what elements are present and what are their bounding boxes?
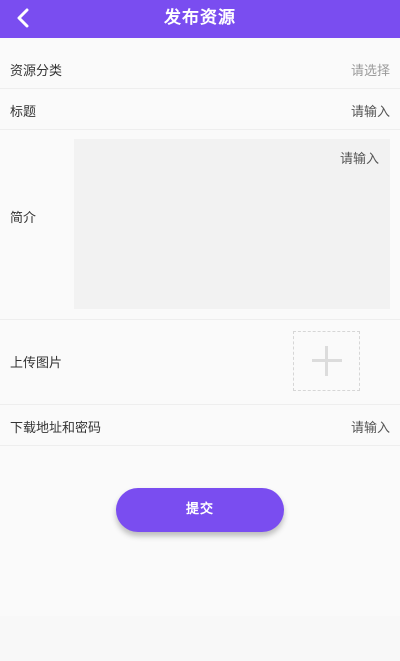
image-label: 上传图片 [10, 356, 63, 371]
category-select[interactable]: 请选择 [351, 60, 390, 79]
plus-icon-vertical [325, 346, 328, 376]
download-label: 下载地址和密码 [10, 421, 102, 436]
download-row[interactable]: 下载地址和密码 请输入 [0, 405, 400, 446]
image-row: 上传图片 [0, 320, 400, 405]
submit-button[interactable]: 提交 [116, 488, 284, 532]
category-row[interactable]: 资源分类 请选择 [0, 38, 400, 89]
intro-textarea[interactable]: 请输入 [74, 139, 390, 309]
title-label: 标题 [10, 105, 37, 120]
intro-label: 简介 [10, 211, 37, 226]
title-row[interactable]: 标题 请输入 [0, 89, 400, 130]
publish-form: 资源分类 请选择 标题 请输入 简介 请输入 上传图片 下载地址和密码 请输入 [0, 38, 400, 446]
category-label: 资源分类 [10, 64, 63, 79]
app-header: 发布资源 [0, 0, 400, 38]
page-title: 发布资源 [164, 8, 236, 28]
intro-row: 简介 请输入 [0, 130, 400, 320]
download-input[interactable]: 请输入 [351, 417, 390, 436]
intro-placeholder: 请输入 [339, 152, 379, 167]
title-input[interactable]: 请输入 [351, 101, 390, 120]
submit-area: 提交 [0, 446, 400, 616]
image-upload-button[interactable] [293, 331, 360, 391]
